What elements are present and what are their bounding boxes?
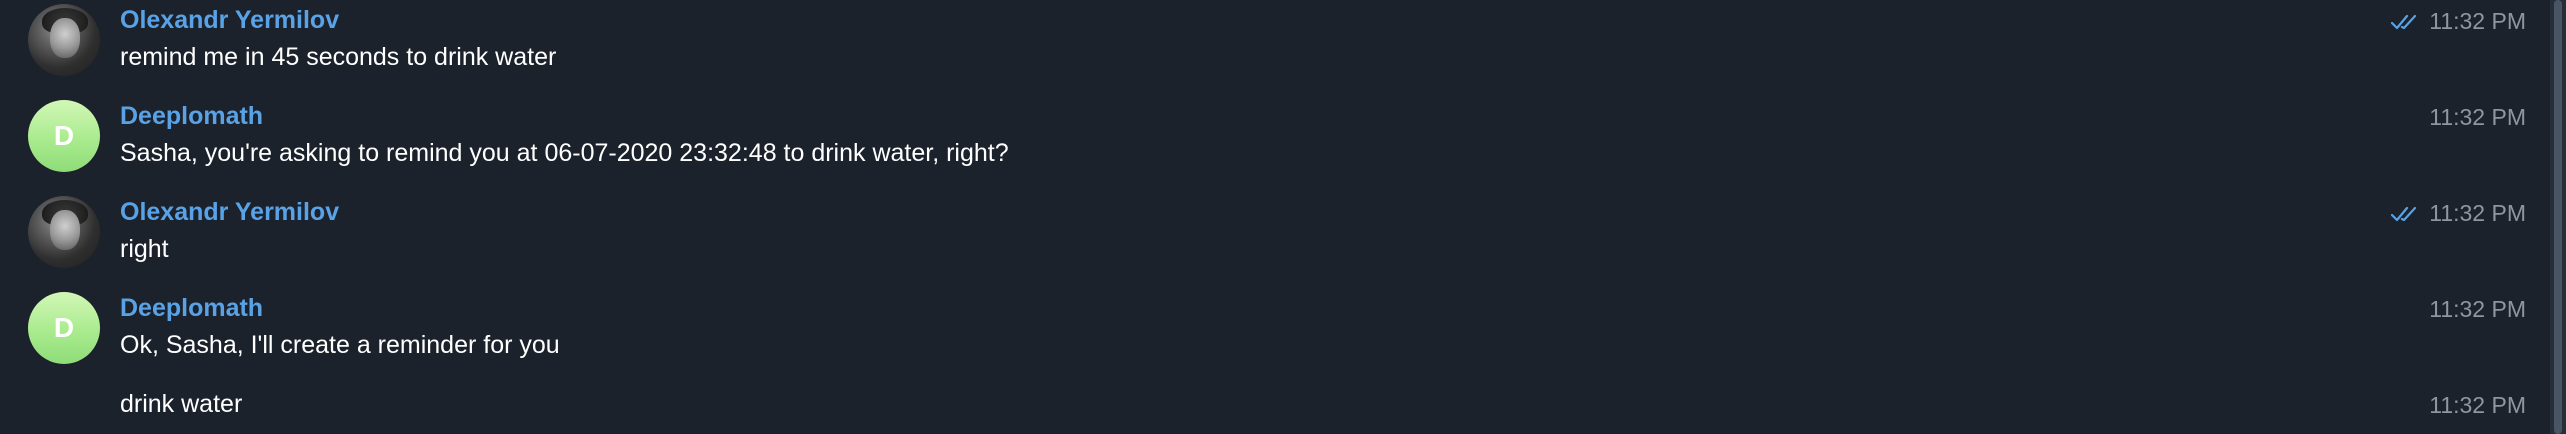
sender-name[interactable]: Olexandr Yermilov: [120, 6, 339, 35]
bot-avatar[interactable]: D: [28, 292, 100, 364]
double-check-icon: [2391, 13, 2421, 31]
message-text: remind me in 45 seconds to drink water: [120, 43, 557, 71]
double-check-icon: [2391, 205, 2421, 223]
message-text: Sasha, you're asking to remind you at 06…: [120, 139, 1009, 167]
sender-name[interactable]: Deeplomath: [120, 294, 263, 323]
sender-name[interactable]: Deeplomath: [120, 102, 263, 131]
message-timestamp: 11:32 PM: [2429, 104, 2526, 130]
message-timestamp: 11:32 PM: [2429, 392, 2526, 418]
user-avatar[interactable]: [28, 196, 100, 268]
message-text: Ok, Sasha, I'll create a reminder for yo…: [120, 331, 560, 359]
message-item[interactable]: Olexandr Yermilov right 11:32 PM: [0, 192, 2550, 288]
message-meta: 11:32 PM: [2429, 104, 2526, 131]
message-meta: 11:32 PM: [2391, 8, 2526, 35]
chat-message-list[interactable]: Olexandr Yermilov remind me in 45 second…: [0, 0, 2550, 434]
scrollbar-thumb[interactable]: [2554, 0, 2562, 434]
message-timestamp: 11:32 PM: [2429, 8, 2526, 34]
message-meta: 11:32 PM: [2391, 200, 2526, 227]
message-timestamp: 11:32 PM: [2429, 296, 2526, 322]
message-text: right: [120, 235, 169, 263]
avatar-initial: D: [53, 312, 75, 343]
message-text: drink water: [120, 390, 243, 418]
message-meta: 11:32 PM: [2429, 296, 2526, 323]
sender-name[interactable]: Olexandr Yermilov: [120, 198, 339, 227]
message-meta: 11:32 PM: [2429, 392, 2526, 419]
bot-avatar[interactable]: D: [28, 100, 100, 172]
message-item[interactable]: D Deeplomath Ok, Sasha, I'll create a re…: [0, 288, 2550, 384]
message-item[interactable]: D Deeplomath Sasha, you're asking to rem…: [0, 96, 2550, 192]
message-timestamp: 11:32 PM: [2429, 200, 2526, 226]
scrollbar[interactable]: [2550, 0, 2566, 434]
message-item[interactable]: drink water 11:32 PM: [0, 384, 2550, 434]
message-item[interactable]: Olexandr Yermilov remind me in 45 second…: [0, 0, 2550, 96]
user-avatar[interactable]: [28, 4, 100, 76]
avatar-initial: D: [53, 120, 75, 151]
